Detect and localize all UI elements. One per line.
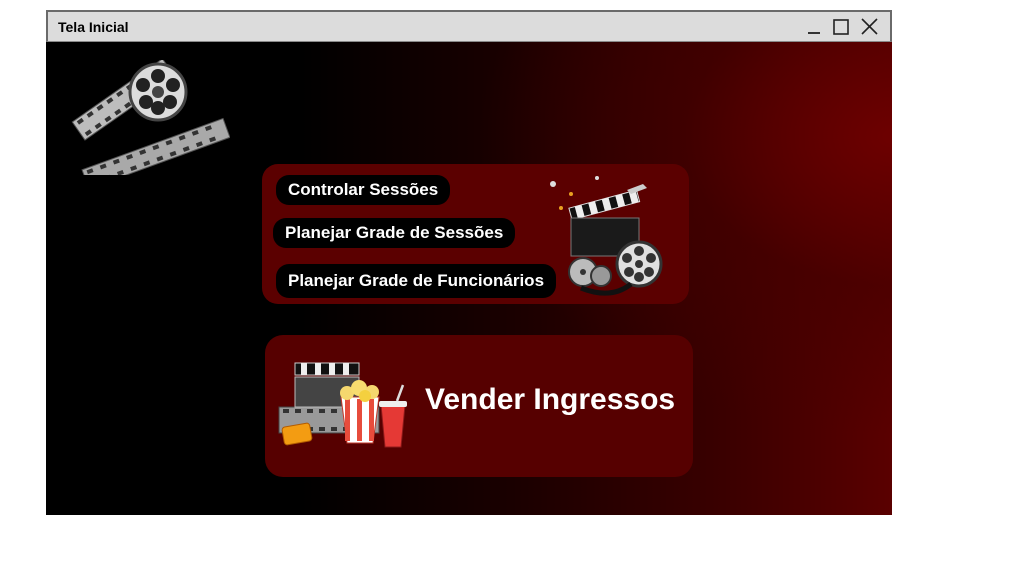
film-reel-logo-icon (70, 58, 231, 190)
planejar-grade-sessoes-button[interactable]: Planejar Grade de Sessões (273, 218, 516, 248)
app-window: Tela Inicial Controlar Sessões Planejar … (46, 10, 892, 515)
planejar-grade-funcionarios-button[interactable]: Planejar Grade de Funcionários (276, 264, 557, 298)
vender-ingressos-button[interactable]: Vender Ingressos (265, 335, 693, 477)
film-clapper-reel-icon (541, 172, 671, 305)
controlar-sessoes-button[interactable]: Controlar Sessões (276, 175, 451, 205)
close-icon[interactable] (858, 16, 880, 38)
menu-panel: Controlar Sessões Planejar Grade de Sess… (262, 164, 689, 304)
clapper-popcorn-soda-icon (275, 355, 415, 460)
minimize-icon[interactable] (803, 16, 825, 38)
main-content: Controlar Sessões Planejar Grade de Sess… (46, 42, 892, 515)
maximize-icon[interactable] (830, 16, 852, 38)
window-title: Tela Inicial (58, 19, 129, 35)
vender-ingressos-label: Vender Ingressos (425, 383, 676, 416)
title-bar: Tela Inicial (46, 10, 892, 42)
